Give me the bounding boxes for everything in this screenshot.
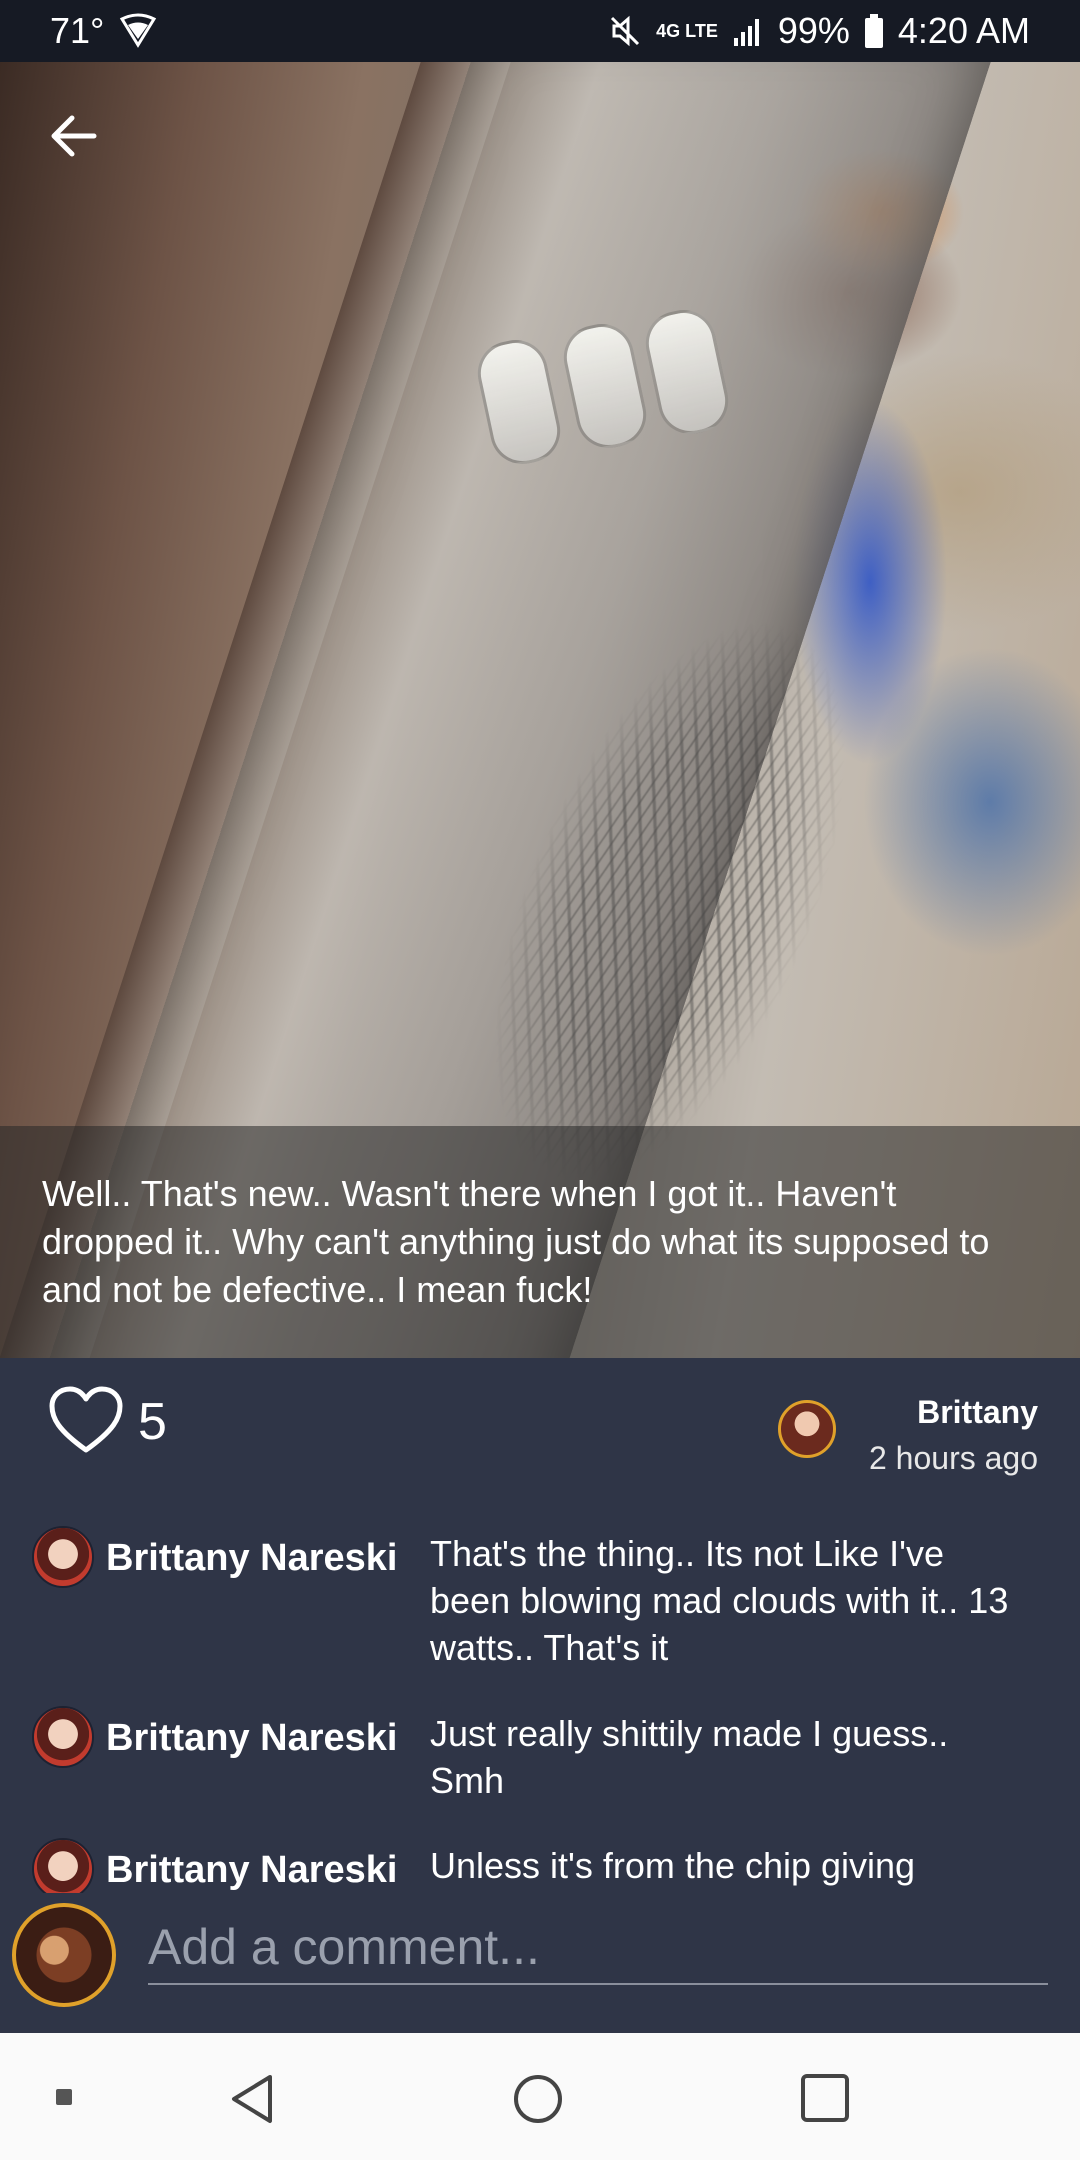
nav-recents-button[interactable] xyxy=(800,2073,850,2123)
comment-compose-bar xyxy=(0,1893,1080,2033)
status-bar: 71° 4G LTE 99% 4:20 AM xyxy=(0,0,1080,62)
mute-icon xyxy=(608,14,642,48)
signal-icon xyxy=(732,16,764,46)
nav-home-icon xyxy=(514,2075,562,2123)
post-time: 2 hours ago xyxy=(868,1440,1038,1476)
post-meta: 5 Brittany 2 hours ago xyxy=(0,1358,1080,1508)
like-button[interactable] xyxy=(48,1386,124,1456)
system-nav-bar xyxy=(0,2033,1080,2160)
battery-icon xyxy=(864,14,884,48)
nav-recents-icon xyxy=(801,2074,849,2122)
nav-dot-icon xyxy=(56,2089,72,2105)
comment-text: Unless it's from the chip giving xyxy=(430,1845,916,1886)
network-label: 4G LTE xyxy=(656,21,718,41)
heart-icon xyxy=(49,1386,123,1453)
back-arrow-icon xyxy=(51,115,97,157)
battery-percent: 99% xyxy=(777,10,850,51)
author-name[interactable]: Brittany xyxy=(917,1392,1038,1432)
commenter-avatar[interactable] xyxy=(32,1838,94,1893)
commenter-name[interactable]: Brittany Nareski xyxy=(106,1714,397,1762)
like-count: 5 xyxy=(138,1393,167,1451)
comments-list[interactable]: Brittany Nareski That's the thing.. Its … xyxy=(0,1508,1080,1893)
back-button[interactable] xyxy=(44,108,104,164)
post-caption: Well.. That's new.. Wasn't there when I … xyxy=(42,1173,990,1310)
commenter-name[interactable]: Brittany Nareski xyxy=(106,1846,397,1893)
current-user-avatar[interactable] xyxy=(12,1903,116,2007)
temperature: 71° xyxy=(50,10,105,51)
nav-back-button[interactable] xyxy=(228,2073,276,2125)
commenter-avatar[interactable] xyxy=(32,1526,94,1588)
nav-home-button[interactable] xyxy=(512,2073,564,2125)
commenter-avatar[interactable] xyxy=(32,1706,94,1768)
comment-text: Just really shittily made I guess.. Smh xyxy=(430,1713,949,1801)
comment-text: That's the thing.. Its not Like I've bee… xyxy=(430,1533,1009,1668)
comment-input[interactable] xyxy=(148,1917,1048,1985)
wifi-icon xyxy=(118,13,158,49)
clock: 4:20 AM xyxy=(897,10,1030,51)
author-avatar[interactable] xyxy=(778,1400,836,1458)
commenter-name[interactable]: Brittany Nareski xyxy=(106,1534,397,1582)
nav-back-icon xyxy=(232,2075,272,2123)
